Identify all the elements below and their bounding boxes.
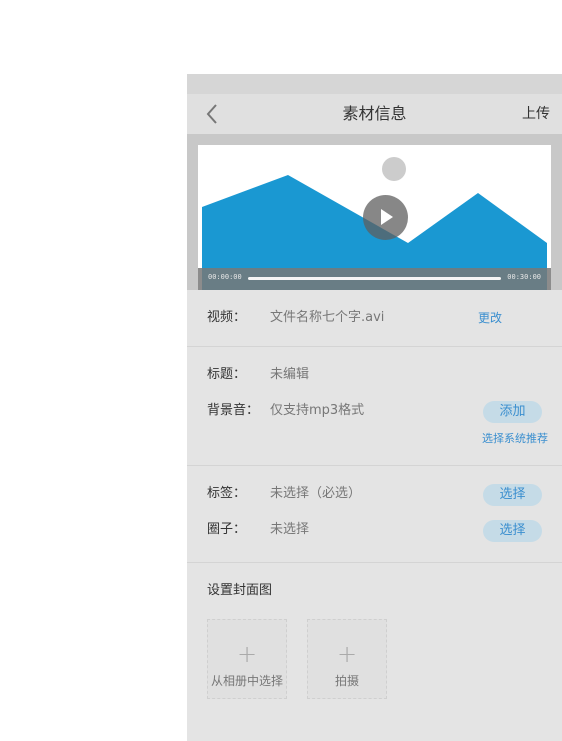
status-bar bbox=[187, 74, 562, 94]
video-player: 00:00:00 00:30:00 bbox=[187, 134, 562, 290]
title-value[interactable]: 未编辑 bbox=[270, 357, 309, 393]
page-title: 素材信息 bbox=[342, 104, 407, 123]
circle-value: 未选择 bbox=[270, 522, 310, 537]
recommend-bgm-link[interactable]: 选择系统推荐 bbox=[207, 429, 548, 449]
select-circle-button[interactable]: 选择 bbox=[483, 520, 542, 542]
plus-icon: + bbox=[236, 640, 258, 668]
plus-icon: + bbox=[336, 640, 358, 668]
tag-label: 标签： bbox=[207, 486, 247, 501]
video-thumbnail: 00:00:00 00:30:00 bbox=[198, 145, 551, 290]
title-label: 标题： bbox=[207, 367, 247, 382]
phone-screen: 素材信息 上传 00:00:00 00:30:00 视频： 文件名称七个字.av… bbox=[187, 74, 562, 741]
take-photo-button[interactable]: + 拍摄 bbox=[307, 619, 387, 699]
select-from-album-button[interactable]: + 从相册中选择 bbox=[207, 619, 287, 699]
add-bgm-button[interactable]: 添加 bbox=[483, 401, 542, 423]
upload-button[interactable]: 上传 bbox=[522, 94, 550, 134]
camera-label: 拍摄 bbox=[334, 674, 359, 688]
nav-bar: 素材信息 上传 bbox=[187, 94, 562, 134]
tags-section: 标签： 未选择（必选） 选择 圈子： 未选择 选择 bbox=[187, 466, 562, 563]
cover-section: 设置封面图 + 从相册中选择 + 拍摄 bbox=[187, 563, 562, 709]
tag-value: 未选择（必选） bbox=[270, 486, 362, 501]
info-section: 标题： 未编辑 背景音： 仅支持mp3格式 添加 选择系统推荐 bbox=[187, 347, 562, 466]
select-tag-button[interactable]: 选择 bbox=[483, 484, 542, 506]
total-time: 00:30:00 bbox=[507, 273, 541, 281]
cover-title: 设置封面图 bbox=[207, 583, 273, 598]
video-label: 视频： bbox=[207, 310, 247, 325]
video-filename: 文件名称七个字.avi bbox=[270, 310, 385, 325]
video-controls: 00:00:00 00:30:00 bbox=[198, 268, 551, 290]
bgm-label: 背景音： bbox=[207, 403, 260, 418]
progress-bar[interactable] bbox=[248, 277, 501, 280]
video-section: 视频： 文件名称七个字.avi 更改 bbox=[187, 290, 562, 347]
current-time: 00:00:00 bbox=[208, 273, 242, 281]
album-label: 从相册中选择 bbox=[210, 674, 283, 688]
circle-label: 圈子： bbox=[207, 522, 247, 537]
play-button[interactable] bbox=[363, 195, 408, 240]
change-video-button[interactable]: 更改 bbox=[478, 300, 502, 336]
bgm-value: 仅支持mp3格式 bbox=[270, 403, 365, 418]
